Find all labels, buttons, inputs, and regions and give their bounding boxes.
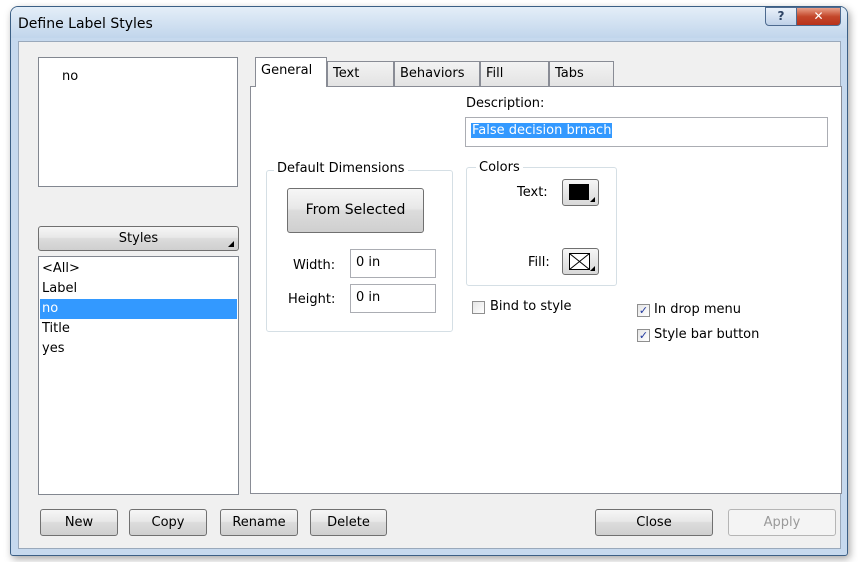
list-item[interactable]: yes	[40, 339, 237, 359]
dropdown-arrow-icon	[590, 266, 595, 271]
window-title: Define Label Styles	[18, 16, 153, 32]
text-color-label: Text:	[517, 185, 548, 200]
fill-color-button[interactable]	[562, 248, 599, 275]
copy-button[interactable]: Copy	[129, 509, 207, 536]
in-drop-menu-label: In drop menu	[654, 302, 741, 317]
style-bar-button-label: Style bar button	[654, 327, 760, 342]
width-input[interactable]: 0 in	[350, 249, 436, 278]
apply-button[interactable]: Apply	[728, 509, 836, 536]
checkmark-icon: ✓	[638, 329, 649, 342]
description-label: Description:	[466, 96, 545, 111]
delete-button[interactable]: Delete	[310, 509, 387, 536]
tab-behaviors[interactable]: Behaviors	[394, 61, 480, 86]
help-button[interactable]: ?	[765, 7, 797, 26]
tab-fill[interactable]: Fill	[480, 61, 549, 86]
default-dimensions-title: Default Dimensions	[274, 161, 408, 176]
style-bar-button-checkbox[interactable]: ✓	[637, 329, 650, 342]
styles-button-label: Styles	[118, 231, 159, 246]
dropdown-arrow-icon	[228, 241, 234, 247]
bind-to-style-label: Bind to style	[490, 299, 572, 314]
list-item[interactable]: Title	[40, 319, 237, 339]
tab-tabs[interactable]: Tabs	[549, 61, 614, 86]
dropdown-arrow-icon	[590, 197, 595, 202]
preview-text: no	[62, 69, 79, 84]
tab-text[interactable]: Text	[327, 61, 394, 86]
list-item[interactable]: Label	[40, 279, 237, 299]
description-value: False decision brnach	[471, 123, 613, 138]
text-color-swatch	[569, 184, 589, 200]
fill-color-label: Fill:	[528, 255, 550, 270]
rename-button[interactable]: Rename	[220, 509, 298, 536]
height-label: Height:	[288, 292, 336, 307]
height-input[interactable]: 0 in	[350, 284, 436, 313]
from-selected-button[interactable]: From Selected	[287, 188, 424, 233]
colors-title: Colors	[476, 160, 523, 175]
tab-general[interactable]: General	[255, 57, 327, 87]
close-button[interactable]: Close	[595, 509, 713, 536]
close-window-button[interactable]: ✕	[796, 7, 841, 26]
list-item[interactable]: <All>	[40, 259, 237, 279]
description-input[interactable]: False decision brnach	[465, 117, 828, 147]
styles-list[interactable]: <All> Label no Title yes	[38, 256, 239, 495]
no-fill-icon	[569, 253, 590, 270]
styles-dropdown-button[interactable]: Styles	[38, 226, 239, 251]
checkmark-icon: ✓	[638, 304, 649, 317]
list-item-selected[interactable]: no	[40, 299, 237, 319]
width-label: Width:	[293, 258, 336, 273]
bind-to-style-checkbox[interactable]	[472, 301, 485, 314]
text-color-button[interactable]	[562, 179, 599, 206]
new-button[interactable]: New	[40, 509, 118, 536]
in-drop-menu-checkbox[interactable]: ✓	[637, 304, 650, 317]
